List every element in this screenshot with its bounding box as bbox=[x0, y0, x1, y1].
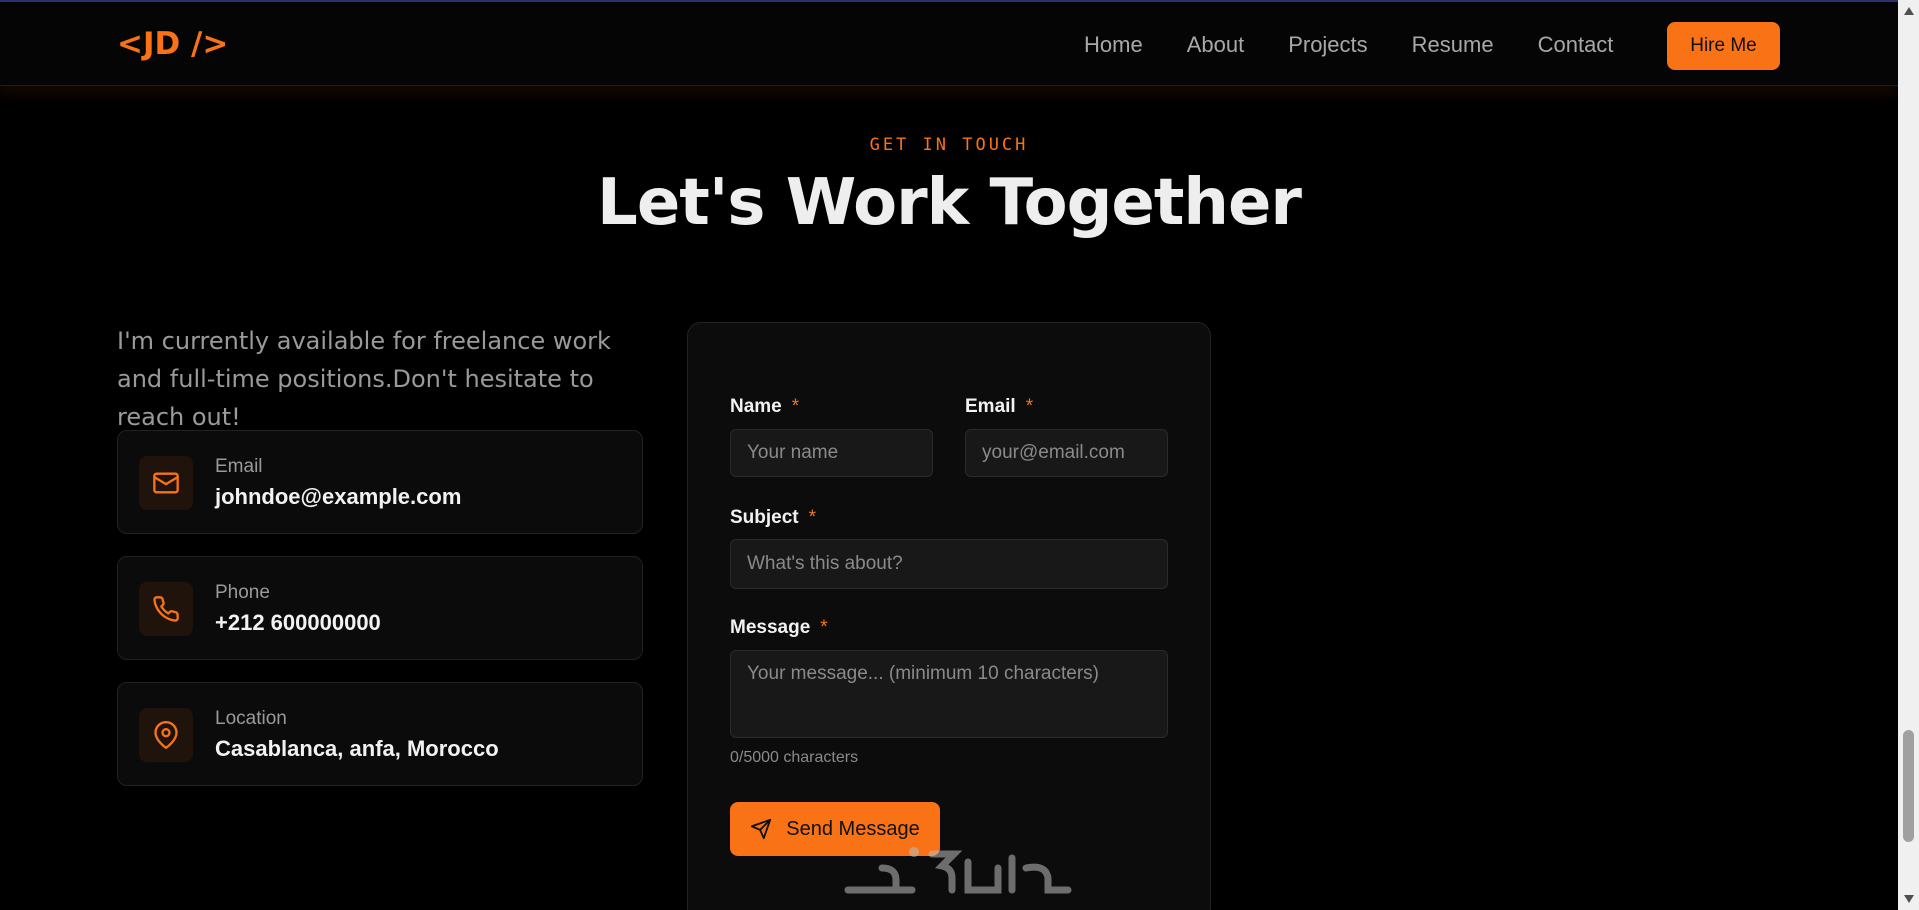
hire-me-button[interactable]: Hire Me bbox=[1667, 22, 1780, 70]
contact-value[interactable]: +212 600000000 bbox=[215, 610, 381, 636]
scroll-down-arrow-icon[interactable] bbox=[1898, 890, 1919, 908]
scroll-thumb[interactable] bbox=[1903, 730, 1914, 842]
contact-value[interactable]: johndoe@example.com bbox=[215, 484, 461, 510]
contact-card-email: Email johndoe@example.com bbox=[117, 430, 643, 534]
nav-links: Home About Projects Resume Contact bbox=[1084, 32, 1613, 58]
nav-link-home[interactable]: Home bbox=[1084, 32, 1143, 58]
intro-text: I'm currently available for freelance wo… bbox=[117, 327, 611, 431]
name-input[interactable] bbox=[730, 429, 933, 477]
section-title: Let's Work Together bbox=[597, 166, 1302, 240]
vertical-scrollbar[interactable] bbox=[1898, 0, 1919, 910]
mail-icon bbox=[139, 456, 193, 510]
phone-icon bbox=[139, 582, 193, 636]
subject-input[interactable] bbox=[730, 539, 1168, 589]
contact-card-phone: Phone +212 600000000 bbox=[117, 556, 643, 660]
scroll-up-arrow-icon[interactable] bbox=[1898, 2, 1919, 20]
contact-label: Phone bbox=[215, 582, 270, 603]
required-mark: * bbox=[1025, 396, 1034, 417]
map-pin-icon bbox=[139, 708, 193, 762]
email-label-text: Email bbox=[965, 396, 1016, 417]
contact-card-location: Location Casablanca, anfa, Morocco bbox=[117, 682, 643, 786]
send-icon bbox=[751, 818, 772, 840]
nav-link-resume[interactable]: Resume bbox=[1412, 32, 1494, 58]
contact-form: Name * Email * Subject * Message * 0/5000 ch… bbox=[687, 322, 1211, 910]
nav-link-contact[interactable]: Contact bbox=[1538, 32, 1614, 58]
section-eyebrow: GET IN TOUCH bbox=[869, 135, 1029, 155]
required-mark: * bbox=[791, 396, 800, 417]
email-input[interactable] bbox=[965, 429, 1168, 477]
email-label: Email * bbox=[965, 396, 1033, 418]
required-mark: * bbox=[808, 507, 817, 528]
watermark-logo bbox=[844, 847, 1072, 894]
message-label: Message * bbox=[730, 617, 828, 639]
subject-label-text: Subject bbox=[730, 507, 799, 528]
required-mark: * bbox=[820, 617, 828, 638]
contact-value: Casablanca, anfa, Morocco bbox=[215, 736, 499, 761]
navbar: <JD /> Home About Projects Resume Contac… bbox=[0, 2, 1898, 86]
message-textarea[interactable] bbox=[730, 650, 1168, 738]
nav-link-projects[interactable]: Projects bbox=[1288, 32, 1367, 58]
contact-label: Email bbox=[215, 456, 263, 477]
contact-label: Location bbox=[215, 708, 287, 729]
name-label: Name * bbox=[730, 396, 799, 418]
site-logo[interactable]: <JD /> bbox=[117, 26, 228, 62]
name-label-text: Name bbox=[730, 396, 782, 417]
subject-label: Subject * bbox=[730, 507, 816, 529]
char-count: 0/5000 characters bbox=[730, 749, 859, 766]
page: <JD /> Home About Projects Resume Contac… bbox=[0, 0, 1919, 910]
message-label-text: Message bbox=[730, 617, 811, 638]
nav-link-about[interactable]: About bbox=[1187, 32, 1245, 58]
